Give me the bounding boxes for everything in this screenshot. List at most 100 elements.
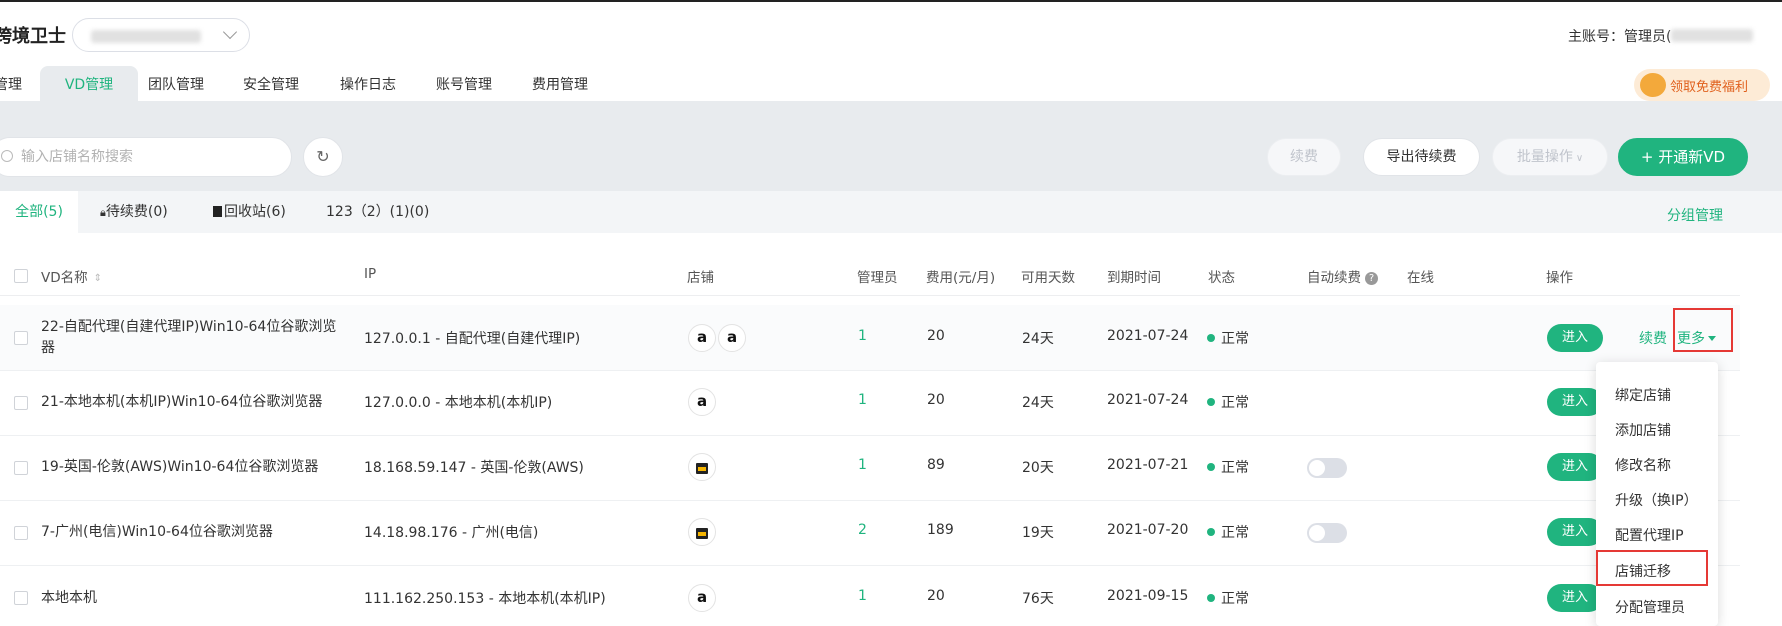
vd-admin-count[interactable]: 2 — [858, 522, 867, 538]
header-admin: 管理员 — [857, 270, 898, 286]
tab-all[interactable]: 全部(5) — [0, 191, 78, 233]
tab-group-123[interactable]: 123（2）(1)(0) — [326, 191, 429, 233]
vd-status-label: 正常 — [1221, 525, 1249, 541]
vd-fee: 20 — [927, 328, 945, 344]
nav-tab-account[interactable]: 账号管理 — [436, 66, 492, 104]
row-checkbox[interactable] — [14, 526, 28, 540]
vd-admin-count[interactable]: 1 — [858, 588, 867, 604]
vd-name: 19-英国-伦敦(AWS)Win10-64位谷歌浏览器 — [41, 459, 319, 475]
menu-item-rename[interactable]: 修改名称 — [1615, 455, 1671, 475]
vd-ip: 127.0.0.1 - 自配代理(自建代理IP) — [364, 331, 581, 347]
row-checkbox[interactable] — [14, 331, 28, 345]
status-dot-icon — [1207, 528, 1215, 536]
tab-pending-renew[interactable]: 🔒︎待续费(0) — [100, 191, 168, 233]
vd-expire: 2021-07-24 — [1107, 328, 1189, 344]
enter-button[interactable]: 进入 — [1547, 388, 1603, 416]
auto-renew-toggle[interactable] — [1307, 458, 1347, 478]
vd-admin-count[interactable]: 1 — [858, 457, 867, 473]
vd-ip: 111.162.250.153 - 本地本机(本机IP) — [364, 591, 606, 607]
vd-status-label: 正常 — [1221, 395, 1249, 411]
search-icon — [1, 150, 13, 162]
vd-status: 正常 — [1207, 522, 1249, 542]
header-fee: 费用(元/月) — [926, 270, 996, 286]
refresh-button[interactable]: ↻ — [303, 137, 343, 177]
tab-recycle-bin-label: 回收站(6) — [224, 204, 286, 220]
free-benefits-button[interactable]: 领取免费福利 — [1634, 69, 1770, 101]
help-icon[interactable]: ? — [1365, 272, 1378, 285]
row-checkbox[interactable] — [14, 396, 28, 410]
refresh-icon: ↻ — [316, 147, 330, 166]
nav-tab-manage[interactable]: 管理 — [0, 66, 22, 104]
header-auto-renew: 自动续费? — [1307, 266, 1378, 286]
sort-icon: ⇕ — [93, 273, 103, 284]
status-dot-icon — [1207, 398, 1215, 406]
row-checkbox[interactable] — [14, 461, 28, 475]
vd-expire: 2021-07-24 — [1107, 392, 1189, 408]
main-account-label: 主账号：管理员( — [1568, 26, 1754, 46]
auto-renew-toggle[interactable] — [1307, 523, 1347, 543]
amazon-shop-icon[interactable]: a — [688, 388, 716, 416]
batch-label: 批量操作 — [1516, 149, 1573, 165]
account-selector[interactable] — [72, 18, 250, 52]
menu-item-upgrade-ip[interactable]: 升级（换IP） — [1615, 490, 1698, 510]
row-checkbox[interactable] — [14, 591, 28, 605]
table-row: 19-英国-伦敦(AWS)Win10-64位谷歌浏览器 18.168.59.14… — [0, 436, 1740, 501]
table-row: 22-自配代理(自建代理IP)Win10-64位谷歌浏览器 127.0.0.1 … — [0, 305, 1740, 371]
vd-list-panel: 全部(5) 🔒︎待续费(0) 回收站(6) 123（2）(1)(0) 分组管理 … — [0, 191, 1782, 626]
top-bar: 跨境卫士 主账号：管理员( 管理 VD管理 团队管理 安全管理 操作日志 账号管… — [0, 0, 1782, 104]
select-all-checkbox[interactable] — [14, 269, 28, 283]
vd-fee: 189 — [927, 522, 954, 538]
header-ip: IP — [364, 266, 377, 282]
redacted-account-name — [91, 30, 201, 43]
nav-tab-team[interactable]: 团队管理 — [148, 66, 204, 104]
vd-days: 19天 — [1022, 525, 1054, 541]
vd-status-label: 正常 — [1221, 591, 1249, 607]
tab-pending-renew-label: 待续费(0) — [105, 204, 168, 220]
highlight-box-shop-migrate — [1596, 550, 1708, 586]
new-vd-button[interactable]: + 开通新VD — [1618, 138, 1748, 176]
batch-operation-dropdown[interactable]: 批量操作 ∨ — [1492, 138, 1608, 176]
search-box[interactable] — [0, 137, 292, 177]
enter-button[interactable]: 进入 — [1547, 453, 1603, 481]
row-renew-link[interactable]: 续费 — [1639, 328, 1667, 348]
menu-item-assign-admin[interactable]: 分配管理员 — [1615, 597, 1685, 617]
nav-tab-vd[interactable]: VD管理 — [40, 66, 138, 104]
vd-admin-count[interactable]: 1 — [858, 392, 867, 408]
enter-button[interactable]: 进入 — [1547, 324, 1603, 352]
vd-admin-count[interactable]: 1 — [858, 328, 867, 344]
renew-button[interactable]: 续费 — [1267, 138, 1341, 176]
search-input[interactable] — [21, 147, 271, 167]
trash-icon — [213, 206, 222, 217]
vd-name: 7-广州(电信)Win10-64位谷歌浏览器 — [41, 524, 273, 540]
menu-item-add-shop[interactable]: 添加店铺 — [1615, 420, 1671, 440]
table-row: 21-本地本机(本机IP)Win10-64位谷歌浏览器 127.0.0.0 - … — [0, 371, 1740, 436]
shopping-bag-shop-icon[interactable] — [688, 518, 716, 546]
vd-expire: 2021-07-20 — [1107, 522, 1189, 538]
menu-item-config-proxy[interactable]: 配置代理IP — [1615, 525, 1684, 545]
vd-ip: 18.168.59.147 - 英国-伦敦(AWS) — [364, 460, 584, 476]
shopping-bag-shop-icon[interactable] — [688, 453, 716, 481]
table-row: 7-广州(电信)Win10-64位谷歌浏览器 14.18.98.176 - 广州… — [0, 501, 1740, 566]
vd-status: 正常 — [1207, 328, 1249, 348]
amazon-shop-icon[interactable]: a — [688, 584, 716, 612]
enter-button[interactable]: 进入 — [1547, 518, 1603, 546]
redacted-admin-name — [1671, 29, 1754, 42]
group-management-link[interactable]: 分组管理 — [1667, 205, 1723, 225]
enter-button[interactable]: 进入 — [1547, 584, 1603, 612]
header-online: 在线 — [1407, 270, 1434, 286]
gift-icon — [1640, 73, 1666, 97]
vd-expire: 2021-09-15 — [1107, 588, 1189, 604]
nav-tab-billing[interactable]: 费用管理 — [532, 66, 588, 104]
amazon-shop-icon[interactable]: a — [718, 324, 746, 352]
vd-days: 76天 — [1022, 591, 1054, 607]
more-actions-menu: 绑定店铺 添加店铺 修改名称 升级（换IP） 配置代理IP 店铺迁移 分配管理员 — [1596, 362, 1718, 626]
tab-recycle-bin[interactable]: 回收站(6) — [213, 191, 286, 233]
nav-tab-security[interactable]: 安全管理 — [243, 66, 299, 104]
menu-item-bind-shop[interactable]: 绑定店铺 — [1615, 385, 1671, 405]
export-pending-button[interactable]: 导出待续费 — [1363, 138, 1480, 176]
vd-ip: 14.18.98.176 - 广州(电信) — [364, 525, 539, 541]
header-vd-name[interactable]: VD名称 ⇕ — [41, 266, 102, 286]
amazon-shop-icon[interactable]: a — [688, 324, 716, 352]
header-auto-renew-label: 自动续费 — [1307, 270, 1361, 286]
nav-tab-logs[interactable]: 操作日志 — [340, 66, 396, 104]
